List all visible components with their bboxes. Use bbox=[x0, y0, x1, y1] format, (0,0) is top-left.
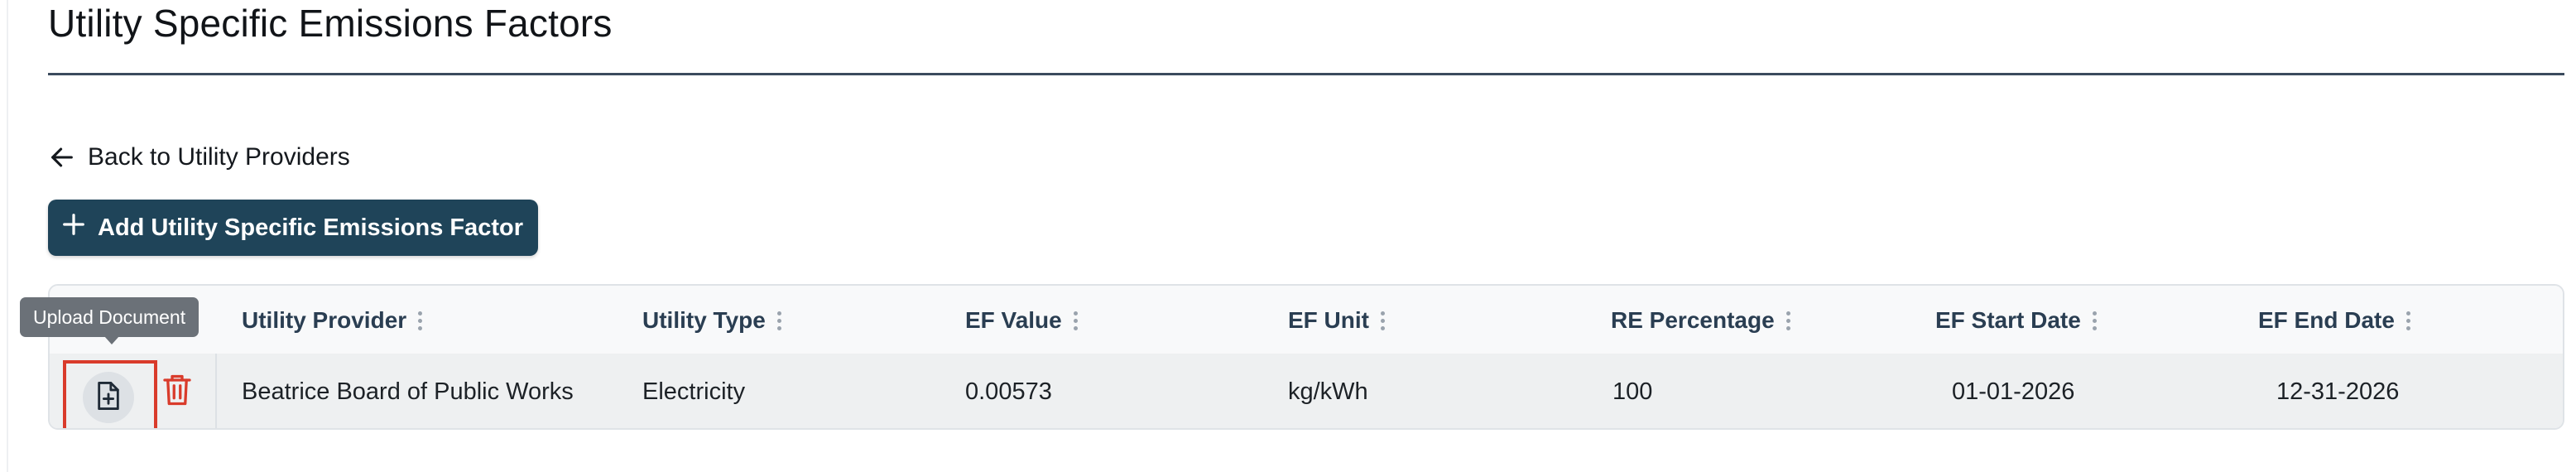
column-menu-icon[interactable] bbox=[2092, 311, 2097, 330]
cell-ef-end-date: 12-31-2026 bbox=[2276, 378, 2400, 405]
column-header-utility-type[interactable]: Utility Type bbox=[642, 304, 781, 337]
upload-document-icon bbox=[94, 380, 123, 416]
upload-document-button[interactable] bbox=[83, 372, 134, 423]
column-header-ef-unit[interactable]: EF Unit bbox=[1288, 304, 1385, 337]
back-to-utility-providers-link[interactable]: Back to Utility Providers bbox=[48, 141, 350, 174]
cell-ef-value: 0.00573 bbox=[965, 378, 1052, 405]
emissions-factors-table: Utility Provider Utility Type EF Value E… bbox=[48, 284, 2564, 430]
back-link-label: Back to Utility Providers bbox=[88, 143, 350, 171]
title-divider bbox=[48, 73, 2564, 75]
upload-document-tooltip: Upload Document bbox=[20, 297, 199, 337]
table-row: Beatrice Board of Public Works Electrici… bbox=[50, 354, 2563, 428]
column-header-ef-start-date[interactable]: EF Start Date bbox=[1935, 304, 2097, 337]
add-emissions-factor-button[interactable]: Add Utility Specific Emissions Factor bbox=[48, 200, 538, 256]
cell-ef-unit: kg/kWh bbox=[1288, 378, 1368, 405]
column-header-utility-provider[interactable]: Utility Provider bbox=[242, 304, 423, 337]
column-menu-icon[interactable] bbox=[2405, 311, 2410, 330]
plus-icon bbox=[61, 212, 86, 243]
column-menu-icon[interactable] bbox=[1381, 311, 1385, 330]
trash-icon bbox=[162, 373, 192, 411]
page-left-border bbox=[7, 0, 8, 472]
page-title: Utility Specific Emissions Factors bbox=[48, 2, 613, 45]
table-header-row: Utility Provider Utility Type EF Value E… bbox=[50, 286, 2563, 355]
delete-row-button[interactable] bbox=[159, 370, 195, 413]
column-menu-icon[interactable] bbox=[418, 311, 423, 330]
column-menu-icon[interactable] bbox=[1073, 311, 1078, 330]
upload-highlight-box bbox=[63, 360, 157, 428]
column-menu-icon[interactable] bbox=[1785, 311, 1790, 330]
cell-ef-start-date: 01-01-2026 bbox=[1952, 378, 2075, 405]
arrow-left-icon bbox=[48, 143, 76, 171]
column-header-ef-end-date[interactable]: EF End Date bbox=[2258, 304, 2410, 337]
add-button-label: Add Utility Specific Emissions Factor bbox=[98, 214, 524, 241]
cell-utility-type: Electricity bbox=[642, 378, 746, 405]
row-actions-cell bbox=[50, 354, 217, 428]
column-menu-icon[interactable] bbox=[776, 311, 781, 330]
cell-re-percentage: 100 bbox=[1612, 378, 1653, 405]
tooltip-arrow bbox=[104, 336, 119, 344]
column-header-ef-value[interactable]: EF Value bbox=[965, 304, 1078, 337]
cell-utility-provider: Beatrice Board of Public Works bbox=[242, 378, 574, 405]
column-header-re-percentage[interactable]: RE Percentage bbox=[1611, 304, 1790, 337]
